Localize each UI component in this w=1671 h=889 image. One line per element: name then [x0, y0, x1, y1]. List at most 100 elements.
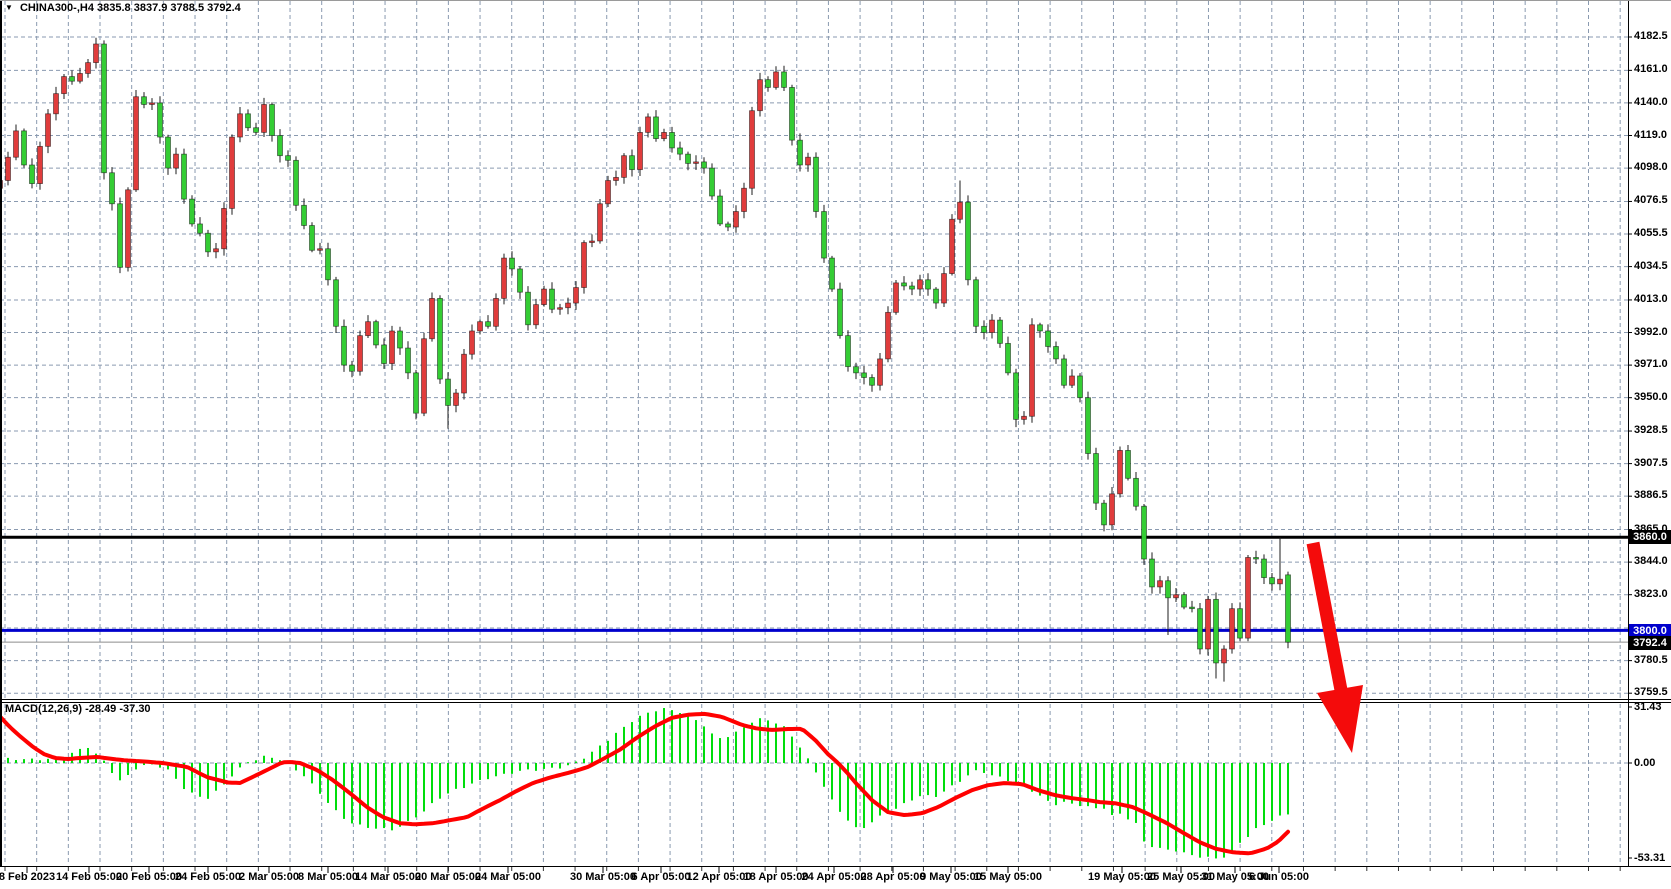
last-price-badge: 3792.4 [1629, 636, 1671, 650]
candle-body [590, 241, 595, 243]
candle-body [1134, 478, 1139, 506]
candle-body [702, 162, 707, 168]
candle-body [398, 331, 403, 348]
candle-body [958, 202, 963, 219]
candle-body [510, 258, 515, 269]
candle-body [1222, 649, 1227, 663]
candle-body [102, 44, 107, 173]
candle-body [358, 336, 363, 372]
panel-separator[interactable] [0, 702, 1671, 703]
candle-body [166, 137, 171, 168]
candle-body [46, 114, 51, 147]
macd-histogram-bar [871, 763, 873, 822]
time-axis-label: 14 Feb 05:00 [56, 871, 122, 883]
candle-body [910, 286, 915, 289]
candle-body [30, 165, 35, 184]
macd-histogram-bar [839, 763, 841, 812]
time-axis-label: 6 Apr 05:00 [632, 871, 691, 883]
macd-histogram-bar [495, 763, 497, 776]
candle-body [478, 322, 483, 331]
price-tick-label: 3780.5 [1634, 654, 1668, 666]
candle-body [422, 339, 427, 413]
candle-body [774, 72, 779, 88]
macd-histogram-bar [511, 763, 513, 774]
candle-body [1078, 376, 1083, 398]
macd-histogram-bar [207, 763, 209, 799]
macd-histogram-bar [783, 726, 785, 763]
candle-body [110, 173, 115, 204]
macd-histogram-bar [231, 763, 233, 776]
candle-body [1246, 557, 1251, 638]
macd-histogram-bar [983, 763, 985, 773]
candle-body [558, 308, 563, 310]
macd-histogram-bar [855, 763, 857, 827]
macd-histogram-bar [111, 763, 113, 773]
macd-histogram-bar [407, 763, 409, 821]
price-tick-label: 4140.0 [1634, 96, 1668, 108]
macd-histogram-bar [271, 758, 273, 763]
macd-axis-min: -53.31 [1634, 852, 1665, 864]
candle-body [318, 249, 323, 251]
symbol-dropdown-icon[interactable]: ▼ [5, 3, 13, 12]
candle-body [182, 154, 187, 199]
candle-body [654, 117, 659, 139]
candle-body [574, 288, 579, 304]
candle-body [542, 289, 547, 305]
macd-histogram-bar [319, 763, 321, 794]
candle-body [446, 379, 451, 405]
candle-body [534, 305, 539, 325]
macd-histogram-bar [1287, 763, 1289, 814]
time-axis-label: 18 Apr 05:00 [743, 871, 808, 883]
candle-body [350, 365, 355, 371]
macd-histogram-bar [959, 763, 961, 782]
macd-histogram-bar [1271, 763, 1273, 821]
candle-body [742, 188, 747, 211]
chart-canvas[interactable] [0, 0, 1671, 889]
candle-body [1022, 416, 1027, 419]
price-tick-label: 4119.0 [1634, 129, 1667, 141]
candle-body [862, 373, 867, 378]
candle-body [1094, 454, 1099, 504]
candle-body [14, 131, 19, 157]
candle-body [550, 289, 555, 309]
macd-histogram-bar [367, 763, 369, 828]
candle-body [726, 224, 731, 227]
candle-body [238, 114, 243, 137]
candle-body [1278, 579, 1283, 584]
candle-body [1214, 599, 1219, 663]
macd-axis-zero: 0.00 [1634, 757, 1655, 769]
candle-body [70, 77, 75, 82]
macd-histogram-bar [999, 763, 1001, 777]
candle-body [1046, 331, 1051, 347]
candle-body [470, 331, 475, 354]
panel-separator[interactable] [0, 699, 1671, 700]
macd-histogram-bar [1263, 763, 1265, 825]
time-axis-label: 20 Feb 05:00 [116, 871, 182, 883]
time-axis-label: 20 Mar 05:00 [415, 871, 481, 883]
candle-body [710, 168, 715, 196]
candle-body [662, 132, 667, 138]
candle-body [334, 280, 339, 327]
macd-histogram-bar [543, 763, 545, 769]
macd-histogram-bar [447, 763, 449, 793]
macd-histogram-bar [503, 763, 505, 774]
macd-histogram-bar [1159, 763, 1161, 848]
candle-body [310, 225, 315, 250]
candle-body [1038, 325, 1043, 331]
macd-histogram-bar [799, 748, 801, 763]
time-axis-label: 24 Feb 05:00 [175, 871, 241, 883]
candle-body [222, 208, 227, 248]
candle-body [790, 87, 795, 140]
candle-body [1030, 325, 1035, 417]
candle-body [894, 283, 899, 312]
macd-histogram-bar [895, 763, 897, 809]
macd-histogram-bar [399, 763, 401, 827]
macd-histogram-bar [679, 713, 681, 763]
macd-histogram-bar [703, 726, 705, 763]
macd-histogram-bar [47, 759, 49, 763]
macd-histogram-bar [711, 733, 713, 763]
candle-body [270, 104, 275, 135]
candle-body [934, 289, 939, 303]
price-tick-label: 4055.5 [1634, 227, 1668, 239]
macd-histogram-bar [247, 762, 249, 763]
